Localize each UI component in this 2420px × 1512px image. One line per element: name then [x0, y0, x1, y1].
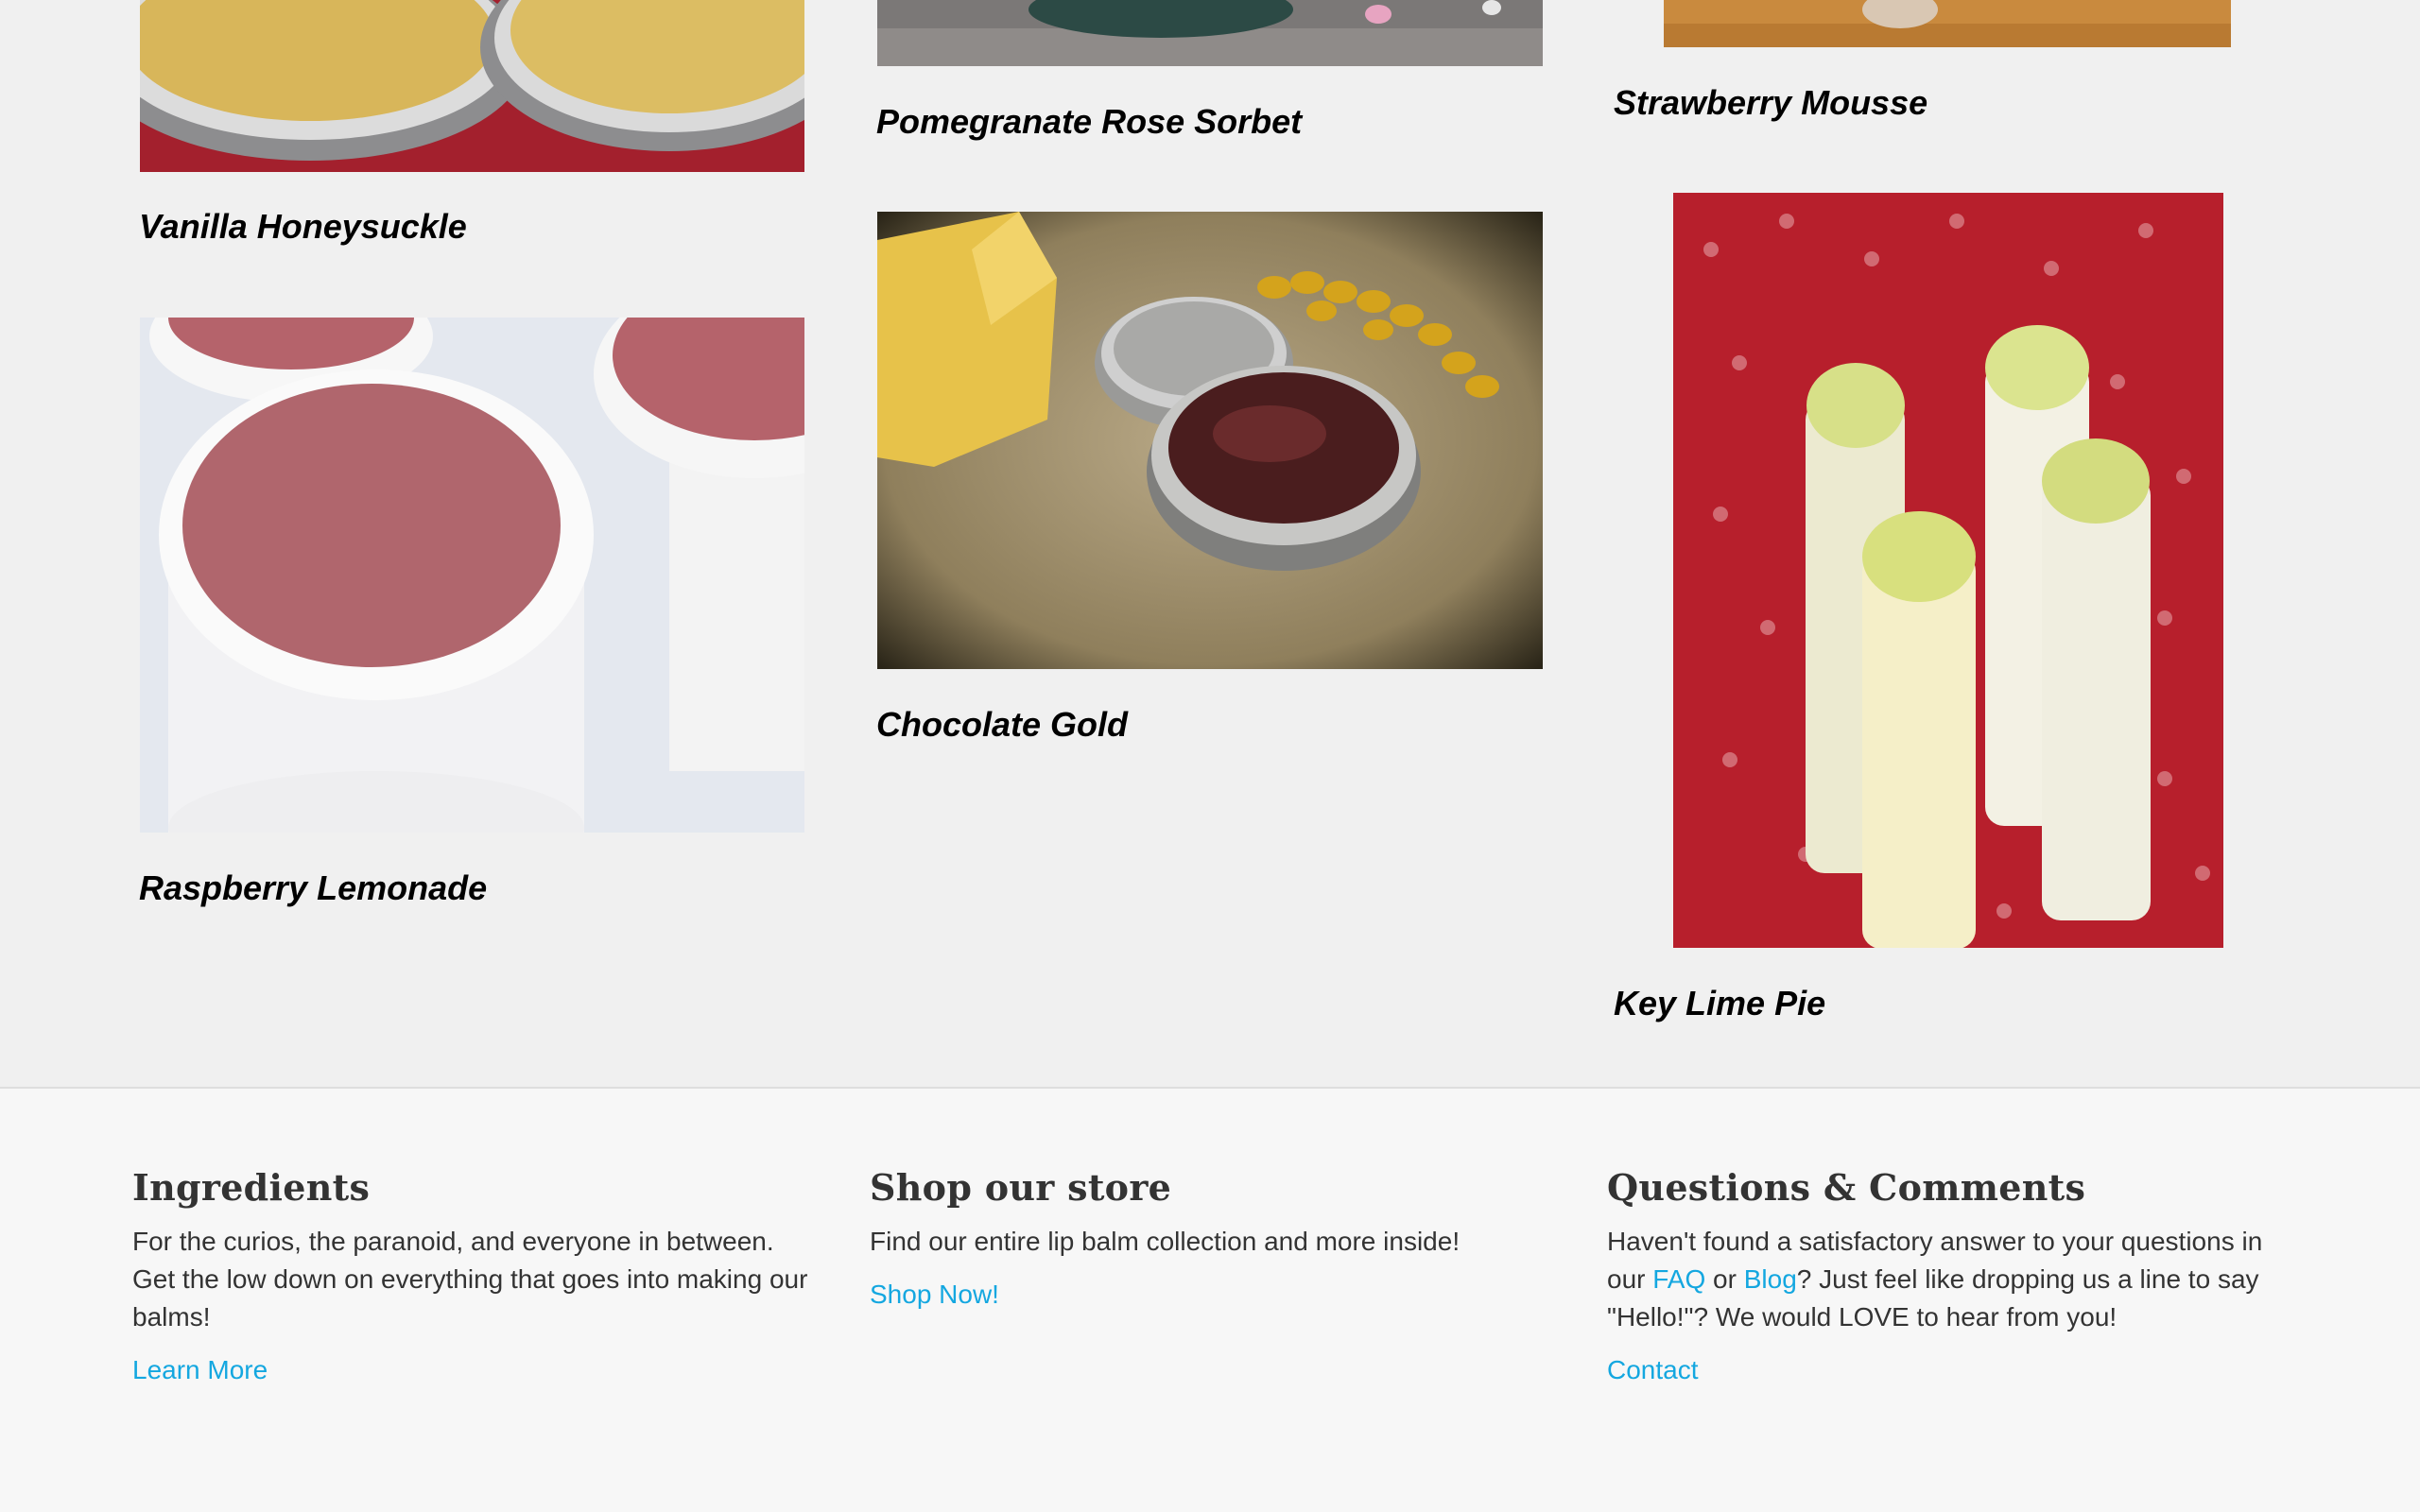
footer-store: Shop our store Find our entire lip balm …	[870, 1164, 1550, 1314]
product-image-key-lime-pie[interactable]	[1673, 193, 2223, 948]
product-name[interactable]: Vanilla Honeysuckle	[139, 206, 467, 248]
product-name[interactable]: Strawberry Mousse	[1614, 82, 1927, 124]
product-image-strawberry-mousse[interactable]	[1664, 0, 2231, 47]
faq-link[interactable]: FAQ	[1652, 1264, 1705, 1294]
footer-heading: Shop our store	[870, 1166, 1172, 1209]
footer-heading: Questions & Comments	[1607, 1166, 2086, 1209]
footer-questions: Questions & Comments Haven't found a sat…	[1607, 1164, 2288, 1389]
product-name[interactable]: Raspberry Lemonade	[139, 868, 487, 909]
product-name[interactable]: Chocolate Gold	[876, 704, 1128, 746]
learn-more-link[interactable]: Learn More	[132, 1351, 813, 1389]
footer-heading: Ingredients	[132, 1166, 371, 1209]
product-image-vanilla-honeysuckle[interactable]	[140, 0, 804, 172]
blog-link[interactable]: Blog	[1744, 1264, 1797, 1294]
footer-text: Haven't found a satisfactory answer to y…	[1607, 1223, 2288, 1336]
shop-now-link[interactable]: Shop Now!	[870, 1276, 1550, 1314]
footer-text: For the curios, the paranoid, and everyo…	[132, 1227, 808, 1332]
footer-text: Find our entire lip balm collection and …	[870, 1227, 1461, 1256]
product-grid: Vanilla Honeysuckle Raspberry Lemonade P…	[0, 0, 2420, 1087]
product-name[interactable]: Key Lime Pie	[1614, 983, 1825, 1024]
product-image-pomegranate-rose-sorbet[interactable]	[877, 0, 1543, 66]
product-name[interactable]: Pomegranate Rose Sorbet	[876, 101, 1302, 143]
footer-ingredients: Ingredients For the curios, the paranoid…	[132, 1164, 813, 1389]
product-image-raspberry-lemonade[interactable]	[140, 318, 804, 833]
product-image-chocolate-gold[interactable]	[877, 212, 1543, 669]
questions-text-or: or	[1705, 1264, 1744, 1294]
contact-link[interactable]: Contact	[1607, 1351, 2288, 1389]
site-footer: Ingredients For the curios, the paranoid…	[0, 1087, 2420, 1512]
